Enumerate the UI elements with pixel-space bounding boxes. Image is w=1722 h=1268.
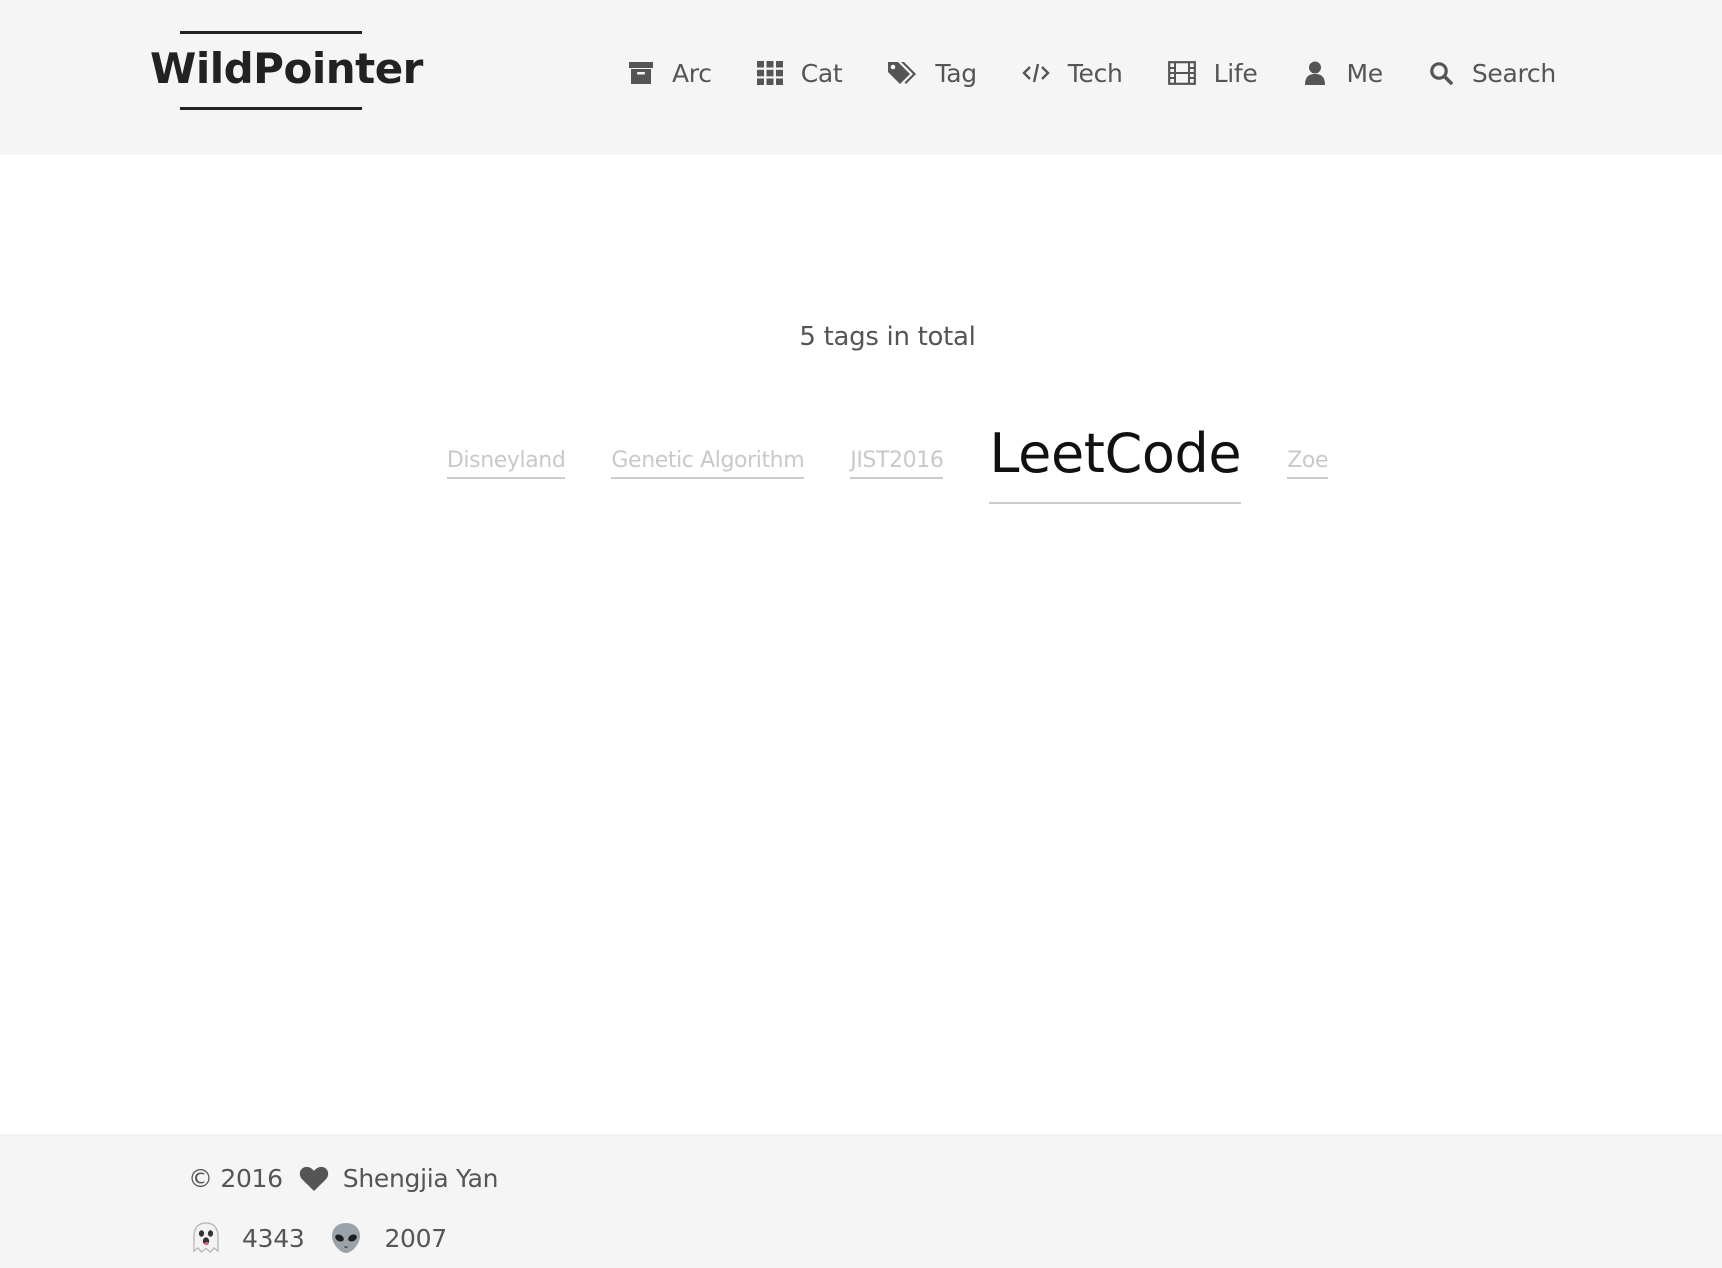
grid-icon [756, 60, 783, 86]
alien-icon [328, 1220, 364, 1256]
nav-item-arc[interactable]: Arc [628, 50, 712, 96]
heart-icon [299, 1166, 329, 1192]
user-icon [1302, 60, 1328, 86]
site-footer: © 2016 Shengjia Yan 4343 2007 [0, 1134, 1722, 1268]
nav-item-search[interactable]: Search [1428, 50, 1556, 96]
copyright-text: © 2016 [188, 1164, 283, 1193]
copyright-line: © 2016 Shengjia Yan [188, 1164, 498, 1193]
author-name: Shengjia Yan [342, 1164, 499, 1193]
search-icon [1428, 60, 1454, 86]
tag-link-jist2016[interactable]: JIST2016 [850, 445, 944, 479]
brand-line-top [180, 31, 362, 34]
nav-label: Arc [672, 58, 712, 88]
nav-item-tag[interactable]: Tag [887, 50, 977, 96]
tag-count-text: 5 tags in total [799, 322, 976, 352]
nav-label: Tag [935, 58, 977, 88]
code-icon [1022, 60, 1050, 86]
nav-label: Search [1471, 58, 1556, 88]
tag-link-genetic-algorithm[interactable]: Genetic Algorithm [611, 445, 805, 479]
tag-link-leetcode[interactable]: LeetCode [989, 418, 1242, 504]
nav-item-cat[interactable]: Cat [756, 50, 843, 96]
ghost-icon [188, 1220, 224, 1256]
nav-label: Cat [800, 58, 843, 88]
tag-cloud: Disneyland Genetic Algorithm JIST2016 Le… [0, 418, 1722, 504]
main-nav: Arc Cat Tag Tech Life Me Search [628, 50, 1556, 96]
nav-item-tech[interactable]: Tech [1022, 50, 1123, 96]
tag-link-zoe[interactable]: Zoe [1287, 445, 1329, 479]
brand-line-bottom [180, 107, 362, 110]
nav-label: Me [1346, 58, 1383, 88]
nav-label: Life [1213, 58, 1258, 88]
stats-line: 4343 2007 [188, 1220, 447, 1256]
tag-link-disneyland[interactable]: Disneyland [446, 445, 566, 479]
tags-icon [887, 60, 917, 86]
view-count: 2007 [384, 1223, 447, 1253]
site-brand[interactable]: WildPointer [150, 31, 423, 113]
film-icon [1167, 60, 1196, 86]
site-title[interactable]: WildPointer [150, 44, 423, 94]
nav-item-life[interactable]: Life [1167, 50, 1258, 96]
archive-icon [628, 60, 654, 86]
nav-label: Tech [1067, 58, 1123, 88]
visitor-count: 4343 [242, 1223, 305, 1253]
site-header: WildPointer Arc Cat Tag Tech Life Me Sea… [0, 0, 1722, 155]
nav-item-me[interactable]: Me [1302, 50, 1383, 96]
